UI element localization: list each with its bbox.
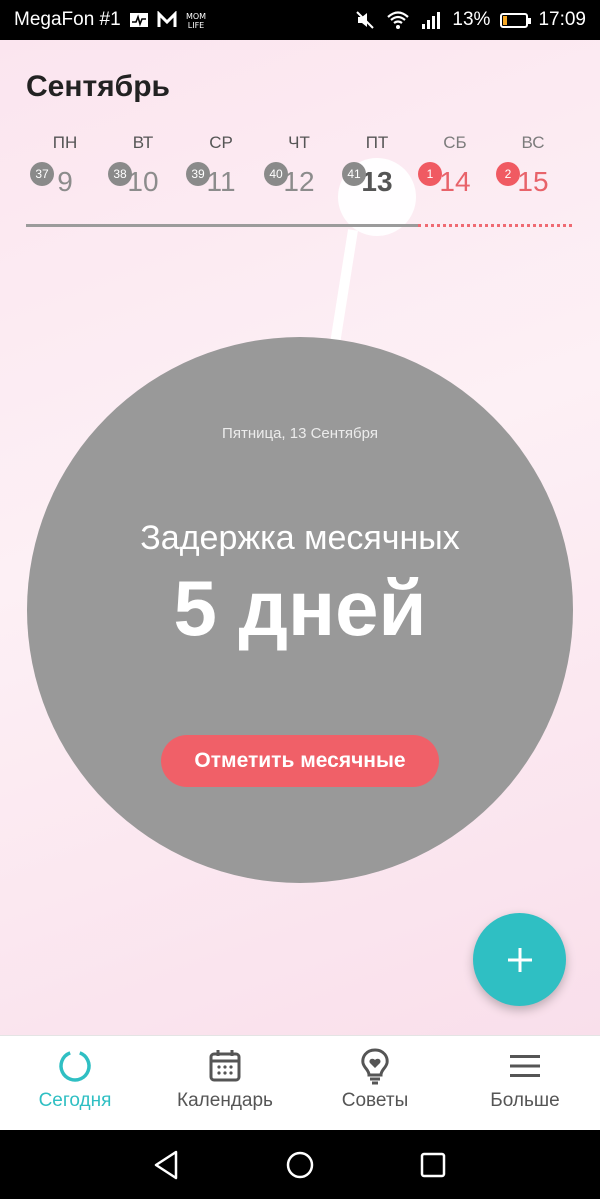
bulb-heart-icon <box>361 1048 389 1085</box>
cycle-line <box>26 224 418 227</box>
month-title: Сентябрь <box>26 70 170 103</box>
plus-icon <box>507 947 532 972</box>
menu-icon <box>510 1055 540 1077</box>
home-icon[interactable] <box>283 1148 317 1182</box>
day-badge: 37 <box>30 162 54 186</box>
day-tue[interactable]: ВТ 38 10 <box>104 132 182 202</box>
svg-text:MOM: MOM <box>186 12 206 21</box>
svg-text:LIFE: LIFE <box>187 21 203 30</box>
activity-icon <box>129 11 149 29</box>
period-forecast-line <box>418 224 572 227</box>
day-badge: 40 <box>264 162 288 186</box>
nav-more[interactable]: Больше <box>450 1036 600 1131</box>
nav-more-label: Больше <box>490 1090 560 1111</box>
delay-value: 5 дней <box>173 564 427 652</box>
system-navigation-bar <box>0 1130 600 1199</box>
clock: 17:09 <box>538 9 586 30</box>
status-circle: Пятница, 13 Сентября Задержка месячных 5… <box>27 337 573 883</box>
day-name: СР <box>209 133 233 152</box>
day-badge: 2 <box>496 162 520 186</box>
day-name: СБ <box>443 133 467 152</box>
today-screen: Сентябрь ПН 37 9 ВТ 38 10 СР 39 11 ЧТ 40… <box>0 40 600 1035</box>
calendar-icon <box>209 1050 241 1082</box>
day-badge: 1 <box>418 162 442 186</box>
battery-icon <box>500 12 532 28</box>
recents-icon[interactable] <box>416 1148 450 1182</box>
day-badge: 39 <box>186 162 210 186</box>
carrier-label: MegaFon #1 <box>14 9 121 30</box>
day-name: ПТ <box>365 133 389 152</box>
nav-today[interactable]: Сегодня <box>0 1036 150 1131</box>
mark-period-button[interactable]: Отметить месячные <box>161 735 439 787</box>
nav-tips[interactable]: Советы <box>300 1036 450 1131</box>
nav-calendar[interactable]: Календарь <box>150 1036 300 1131</box>
status-bar: MegaFon #1 MOM LIFE 13% 17:09 <box>0 0 600 40</box>
day-badge: 38 <box>108 162 132 186</box>
day-thu[interactable]: ЧТ 40 12 <box>260 132 338 202</box>
nav-today-label: Сегодня <box>38 1090 112 1111</box>
delay-label: Задержка месячных <box>140 519 460 557</box>
day-name: ВТ <box>132 133 154 152</box>
current-date: Пятница, 13 Сентября <box>222 425 378 442</box>
day-fri-today[interactable]: ПТ 41 13 <box>338 132 416 202</box>
day-badge: 41 <box>342 162 366 186</box>
add-button[interactable] <box>473 913 566 1006</box>
day-name: ПН <box>52 133 78 152</box>
day-mon[interactable]: ПН 37 9 <box>26 132 104 202</box>
day-wed[interactable]: СР 39 11 <box>182 132 260 202</box>
signal-icon <box>420 10 442 30</box>
day-sun[interactable]: ВС 2 15 <box>494 132 572 202</box>
day-sat[interactable]: СБ 1 14 <box>416 132 494 202</box>
battery-percent: 13% <box>452 9 491 30</box>
mute-icon <box>354 10 376 30</box>
bottom-navigation: Сегодня Календарь Советы Больше <box>0 1035 600 1131</box>
wifi-icon <box>386 10 410 30</box>
momlife-icon: MOM LIFE <box>185 10 207 30</box>
gmail-icon <box>157 11 177 29</box>
nav-calendar-label: Календарь <box>177 1090 273 1111</box>
today-ring-icon <box>59 1050 91 1082</box>
back-icon[interactable] <box>150 1148 184 1182</box>
day-name: ВС <box>521 133 545 152</box>
nav-tips-label: Советы <box>341 1090 409 1111</box>
week-strip: ПН 37 9 ВТ 38 10 СР 39 11 ЧТ 40 12 ПТ 41… <box>26 132 572 232</box>
day-name: ЧТ <box>288 133 310 152</box>
